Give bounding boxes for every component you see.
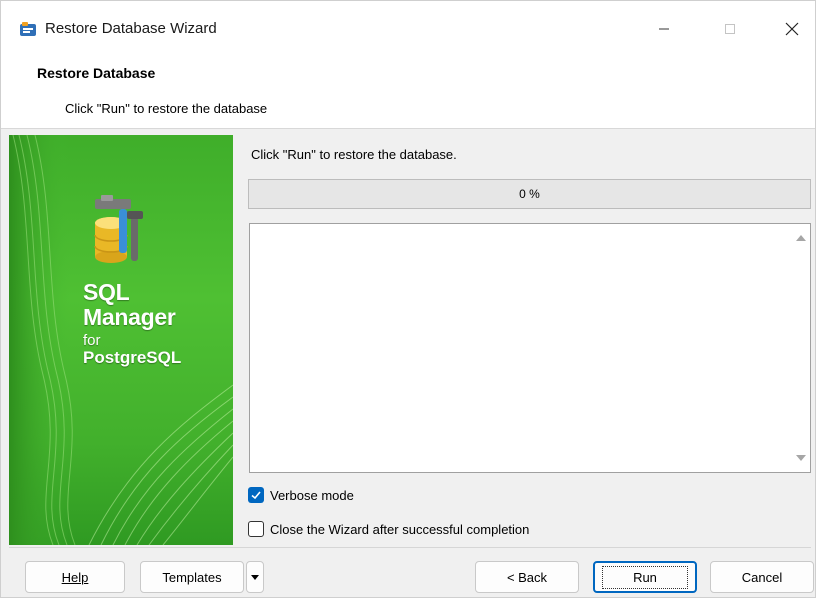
wizard-header: Restore Database Click "Run" to restore … — [1, 57, 815, 129]
close-button[interactable] — [769, 11, 815, 47]
minimize-icon — [659, 28, 669, 30]
step-title: Restore Database — [37, 65, 156, 81]
scroll-down-arrow-icon[interactable] — [796, 455, 806, 461]
close-wizard-label: Close the Wizard after successful comple… — [270, 521, 530, 537]
help-button-label: Help — [61, 569, 89, 585]
progress-bar: 0 % — [248, 179, 811, 209]
verbose-mode-checkbox[interactable] — [248, 487, 264, 503]
maximize-icon — [725, 24, 735, 34]
templates-button[interactable]: Templates — [140, 561, 244, 593]
checkmark-icon — [251, 491, 261, 500]
run-button[interactable]: Run — [593, 561, 697, 593]
verbose-mode-option[interactable]: Verbose mode — [248, 487, 354, 503]
title-bar: Restore Database Wizard — [1, 1, 815, 57]
verbose-mode-label: Verbose mode — [270, 487, 354, 503]
database-tools-icon — [94, 195, 143, 263]
close-wizard-option[interactable]: Close the Wizard after successful comple… — [248, 521, 529, 537]
run-button-label: Run — [602, 565, 688, 589]
step-subtitle: Click "Run" to restore the database — [65, 101, 268, 116]
instruction-text: Click "Run" to restore the database. — [251, 147, 457, 162]
chevron-down-icon — [251, 574, 259, 580]
help-button[interactable]: Help — [25, 561, 125, 593]
log-text — [250, 224, 810, 232]
back-button[interactable]: < Back — [475, 561, 579, 593]
minimize-button[interactable] — [641, 11, 687, 47]
log-scrollbar[interactable] — [792, 225, 809, 471]
product-name-line3: for — [83, 332, 101, 349]
scroll-up-arrow-icon[interactable] — [796, 235, 806, 241]
templates-button-label: Templates — [162, 569, 222, 585]
cancel-button-label: Cancel — [741, 569, 783, 585]
product-name-line4: PostgreSQL — [83, 348, 182, 367]
maximize-button[interactable] — [707, 11, 753, 47]
log-output-area[interactable] — [249, 223, 811, 473]
back-button-label: < Back — [506, 569, 548, 585]
close-icon — [785, 22, 799, 36]
window-title: Restore Database Wizard — [45, 20, 217, 37]
product-name-line1: SQL — [83, 279, 130, 305]
product-name: SQL Manager for PostgreSQL — [83, 279, 182, 367]
cancel-button[interactable]: Cancel — [710, 561, 814, 593]
close-wizard-checkbox[interactable] — [248, 521, 264, 537]
templates-dropdown-button[interactable] — [246, 561, 264, 593]
footer-divider — [9, 547, 811, 548]
app-icon — [20, 22, 36, 36]
restore-database-wizard-window: Restore Database Wizard Restore Database… — [0, 0, 816, 598]
product-banner: SQL Manager for PostgreSQL — [9, 135, 233, 545]
progress-label: 0 % — [519, 187, 540, 201]
product-name-line2: Manager — [83, 304, 176, 330]
